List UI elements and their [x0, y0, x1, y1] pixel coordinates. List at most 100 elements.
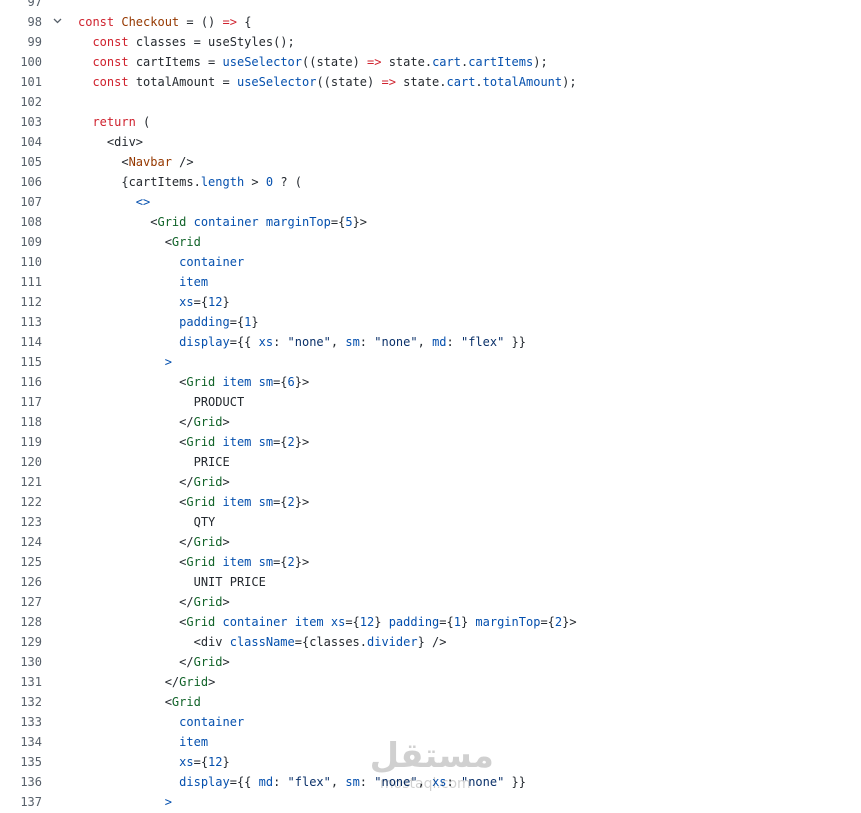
line-number: 103 — [20, 115, 42, 129]
code-text: UNIT PRICE — [78, 572, 266, 592]
code-line[interactable]: 135 xs={12} — [0, 752, 861, 772]
code-line[interactable]: 126 UNIT PRICE — [0, 572, 861, 592]
code-line[interactable]: 130 </Grid> — [0, 652, 861, 672]
code-line[interactable]: 118 </Grid> — [0, 412, 861, 432]
code-token: const — [92, 75, 136, 89]
code-token: PRICE — [78, 455, 230, 469]
code-text: <> — [78, 192, 150, 212]
code-line[interactable]: 109 <Grid — [0, 232, 861, 252]
line-number: 108 — [20, 215, 42, 229]
code-token: : — [446, 775, 461, 789]
code-token: {cartItems. — [78, 175, 201, 189]
code-token: Grid — [171, 235, 201, 249]
code-line[interactable]: 133 container — [0, 712, 861, 732]
code-line[interactable]: 129 <div className={classes.divider} /> — [0, 632, 861, 652]
code-text: > — [78, 792, 172, 812]
code-line[interactable]: 122 <Grid item sm={2}> — [0, 492, 861, 512]
code-line[interactable]: 136 display={{ md: "flex", sm: "none", x… — [0, 772, 861, 792]
code-line[interactable]: 112 xs={12} — [0, 292, 861, 312]
code-token: useSelector — [236, 75, 317, 89]
code-token: totalAmount — [482, 75, 563, 89]
line-number: 133 — [20, 715, 42, 729]
code-token: ); — [533, 55, 548, 69]
code-text: </Grid> — [78, 412, 230, 432]
code-token: </ — [78, 655, 194, 669]
code-line[interactable]: 107 <> — [0, 192, 861, 212]
code-line[interactable]: 108 <Grid container marginTop={5}> — [0, 212, 861, 232]
code-line[interactable]: 123 QTY — [0, 512, 861, 532]
line-number: 137 — [20, 795, 42, 809]
code-token: > — [222, 595, 230, 609]
code-token: { — [236, 15, 252, 29]
code-line[interactable]: 102 — [0, 92, 861, 112]
code-text: item — [78, 272, 208, 292]
code-token: padding — [78, 315, 230, 329]
code-text: </Grid> — [78, 532, 230, 552]
code-line[interactable]: 98 const Checkout = () => { — [0, 12, 861, 32]
line-number: 109 — [20, 235, 42, 249]
code-line[interactable]: 103 return ( — [0, 112, 861, 132]
code-line[interactable]: 100 const cartItems = useSelector((state… — [0, 52, 861, 72]
code-token: "none" — [374, 335, 418, 349]
code-line[interactable]: 134 item — [0, 732, 861, 752]
code-token: Grid — [179, 675, 209, 689]
code-text: </Grid> — [78, 652, 230, 672]
code-token: cart — [446, 75, 476, 89]
code-token: Navbar — [128, 155, 172, 169]
code-line[interactable]: 125 <Grid item sm={2}> — [0, 552, 861, 572]
line-number: 106 — [20, 175, 42, 189]
code-line[interactable]: 128 <Grid container item xs={12} padding… — [0, 612, 861, 632]
code-token: container item xs — [215, 615, 346, 629]
code-line[interactable]: 117 PRODUCT — [0, 392, 861, 412]
code-token: sm — [345, 775, 360, 789]
code-line[interactable]: 116 <Grid item sm={6}> — [0, 372, 861, 392]
code-line[interactable]: 111 item — [0, 272, 861, 292]
code-line[interactable]: 106 {cartItems.length > 0 ? ( — [0, 172, 861, 192]
code-token: = () — [179, 15, 223, 29]
code-token: : — [359, 335, 375, 349]
code-line[interactable]: 104 <div> — [0, 132, 861, 152]
code-line[interactable]: 97 — [0, 0, 861, 12]
code-token: > — [222, 475, 230, 489]
code-token: > — [222, 415, 230, 429]
code-line[interactable]: 132 <Grid — [0, 692, 861, 712]
code-text: <Grid item sm={6}> — [78, 372, 309, 392]
line-number: 134 — [20, 735, 42, 749]
code-token: ={ — [229, 315, 245, 329]
code-token: Grid — [193, 415, 223, 429]
code-line[interactable]: 110 container — [0, 252, 861, 272]
code-token: }> — [562, 615, 577, 629]
code-line[interactable]: 113 padding={1} — [0, 312, 861, 332]
code-line[interactable]: 137 > — [0, 792, 861, 812]
line-number: 112 — [20, 295, 42, 309]
code-token: < — [78, 495, 187, 509]
code-token: : — [446, 335, 461, 349]
code-line[interactable]: 101 const totalAmount = useSelector((sta… — [0, 72, 861, 92]
code-token: xs — [432, 775, 447, 789]
code-token: > — [244, 175, 266, 189]
code-token: } — [222, 755, 230, 769]
code-text: <Navbar /> — [78, 152, 194, 172]
code-line[interactable]: 105 <Navbar /> — [0, 152, 861, 172]
code-token: ={{ — [229, 335, 259, 349]
code-line[interactable]: 121 </Grid> — [0, 472, 861, 492]
code-line[interactable]: 127 </Grid> — [0, 592, 861, 612]
code-line[interactable]: 114 display={{ xs: "none", sm: "none", m… — [0, 332, 861, 352]
code-token: 1 — [453, 615, 461, 629]
code-line[interactable]: 120 PRICE — [0, 452, 861, 472]
code-token: ={ — [193, 295, 209, 309]
code-line[interactable]: 115 > — [0, 352, 861, 372]
line-number: 135 — [20, 755, 42, 769]
code-token: /> — [171, 155, 194, 169]
code-line[interactable]: 131 </Grid> — [0, 672, 861, 692]
code-text: const cartItems = useSelector((state) =>… — [78, 52, 548, 72]
code-line[interactable]: 99 const classes = useStyles(); — [0, 32, 861, 52]
chevron-down-icon[interactable] — [51, 12, 63, 32]
code-editor[interactable]: 97 98 const Checkout = () => {99 const cla… — [0, 0, 861, 812]
code-line[interactable]: 119 <Grid item sm={2}> — [0, 432, 861, 452]
code-token: ={ — [273, 375, 288, 389]
code-line[interactable]: 124 </Grid> — [0, 532, 861, 552]
line-number: 119 — [20, 435, 42, 449]
line-number: 123 — [20, 515, 42, 529]
